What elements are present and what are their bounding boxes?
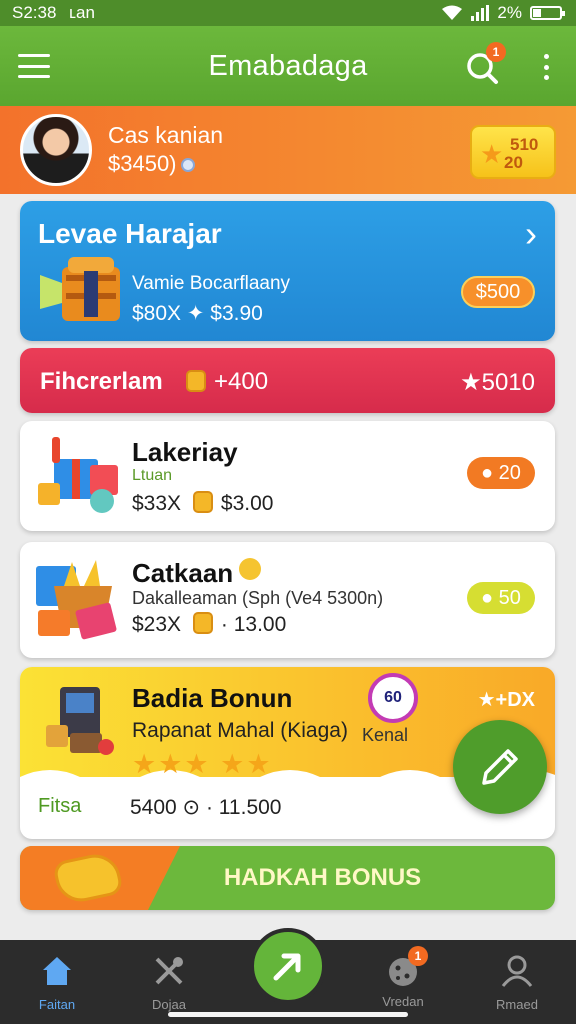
item-subtitle: Dakalleaman (Sph (Ve4 5300n) <box>132 588 384 608</box>
nav-label: Dojaa <box>152 997 186 1012</box>
bonus-title: Badia Bonun <box>132 683 293 713</box>
pencil-icon <box>482 749 518 785</box>
smiley-icon <box>239 558 262 580</box>
send-arrow-icon <box>273 953 301 981</box>
level-badge: 60 <box>368 673 418 723</box>
coin-icon <box>186 370 206 392</box>
notification-badge: 1 <box>486 42 506 62</box>
home-icon <box>43 957 71 985</box>
promo-bar[interactable]: Fihcrerlam +400 ★5010 <box>20 348 555 413</box>
status-left: S2:38 ʟan <box>12 3 95 23</box>
item-title-text: Catkaan <box>132 558 234 588</box>
item-subtitle: Ltuan <box>132 467 173 484</box>
star-rating: ★★★ ★★ <box>132 749 273 779</box>
item-reward-button[interactable]: ● 20 <box>467 457 535 489</box>
promo-reward: +400 <box>186 368 268 396</box>
featured-price: $80X ✦ $3.90 <box>132 302 263 325</box>
bonus-subtitle: Rapanat Mahal (Kiaga) <box>132 719 348 742</box>
app-title: Emabadaga <box>208 49 368 82</box>
points-line2: 20 <box>504 153 523 172</box>
coin-icon <box>180 158 195 173</box>
treasure-chest-icon <box>40 257 120 321</box>
list-item[interactable]: Lakeriay Ltuan $33X $3.00 ● 20 <box>20 421 555 531</box>
nav-item-tools[interactable]: Dojaa <box>124 954 214 1012</box>
bonus-banner[interactable]: HADKAH BONUS <box>20 846 555 910</box>
nav-item-home[interactable]: Faitan <box>12 954 102 1012</box>
tools-icon <box>155 957 183 985</box>
coin-icon <box>192 491 213 513</box>
item-title: Lakeriay <box>132 437 238 467</box>
battery-percent: 2% <box>497 3 522 22</box>
arcade-machine-icon <box>46 687 114 755</box>
featured-price-button[interactable]: $500 <box>461 276 535 308</box>
status-bar: S2:38 ʟan 2% <box>0 0 576 26</box>
promo-label: Fihcrerlam <box>40 368 163 395</box>
featured-subtitle: Vamie Bocarflaany <box>132 273 291 294</box>
status-time: S2:38 <box>12 3 57 22</box>
wifi-icon <box>442 5 463 20</box>
banner-text: HADKAH BONUS <box>223 864 422 891</box>
cookie-icon: 1 <box>386 946 428 988</box>
item-price-right: $3.00 <box>220 492 274 515</box>
coin-icon <box>192 612 213 634</box>
notification-badge: 1 <box>408 946 428 966</box>
edit-fab[interactable] <box>453 720 547 814</box>
list-item[interactable]: Catkaan Dakalleaman (Sph (Ve4 5300n) $23… <box>20 542 555 658</box>
bonus-footer-label: Fitsa <box>38 795 82 817</box>
level-badge-label: Kenal <box>362 725 409 745</box>
person-icon <box>501 955 533 987</box>
avatar[interactable] <box>20 114 92 186</box>
promo-reward-value: +400 <box>214 368 269 395</box>
points-badge[interactable]: ★ 510 20 <box>470 125 556 179</box>
bonus-footer-price: 5400 ⊙ · 11.500 <box>130 796 282 819</box>
profile-balance: $3450) <box>108 151 195 177</box>
nav-label: Vredan <box>382 994 424 1009</box>
nav-label: Rmaed <box>496 997 538 1012</box>
battery-icon <box>530 6 565 20</box>
signal-icon <box>471 5 490 21</box>
gift-box-icon <box>38 437 118 513</box>
star-icon: ★ <box>480 139 504 169</box>
status-right: 2% <box>441 3 565 23</box>
profile-header: Cas kanian $3450) ★ 510 20 <box>0 106 576 194</box>
center-action-button[interactable] <box>250 928 326 1004</box>
featured-title: Levae Harajar <box>38 218 222 249</box>
item-price: $33X $3.00 <box>132 491 273 516</box>
chevron-right-icon[interactable]: › <box>525 213 537 255</box>
item-price-left: $23X <box>132 613 182 636</box>
points-line1: 510 <box>510 135 539 154</box>
profile-name: Cas kanian <box>108 122 224 148</box>
profile-balance-value: $3450) <box>108 151 177 176</box>
home-indicator[interactable] <box>168 1012 408 1017</box>
more-options-icon[interactable] <box>544 54 550 80</box>
search-button[interactable]: 1 <box>464 42 506 86</box>
item-price: $23X · 13.00 <box>132 612 286 637</box>
app-bar: Emabadaga 1 <box>0 26 576 106</box>
nav-item-profile[interactable]: Rmaed <box>472 954 562 1012</box>
featured-card[interactable]: Levae Harajar › Vamie Bocarflaany $80X ✦… <box>20 201 555 341</box>
menu-icon[interactable] <box>18 54 50 78</box>
item-title: Catkaan <box>132 558 262 589</box>
item-reward-button[interactable]: ● 50 <box>467 582 535 614</box>
promo-stars: ★5010 <box>460 369 535 396</box>
item-price-right: · 13.00 <box>220 613 287 636</box>
basket-icon <box>36 560 117 640</box>
item-price-left: $33X <box>132 492 182 515</box>
status-carrier: ʟan <box>69 3 95 22</box>
nav-item-cookie[interactable]: 1 Vredan <box>358 946 448 1009</box>
bonus-top-right: ★+DX <box>477 689 535 711</box>
nav-label: Faitan <box>38 997 76 1012</box>
